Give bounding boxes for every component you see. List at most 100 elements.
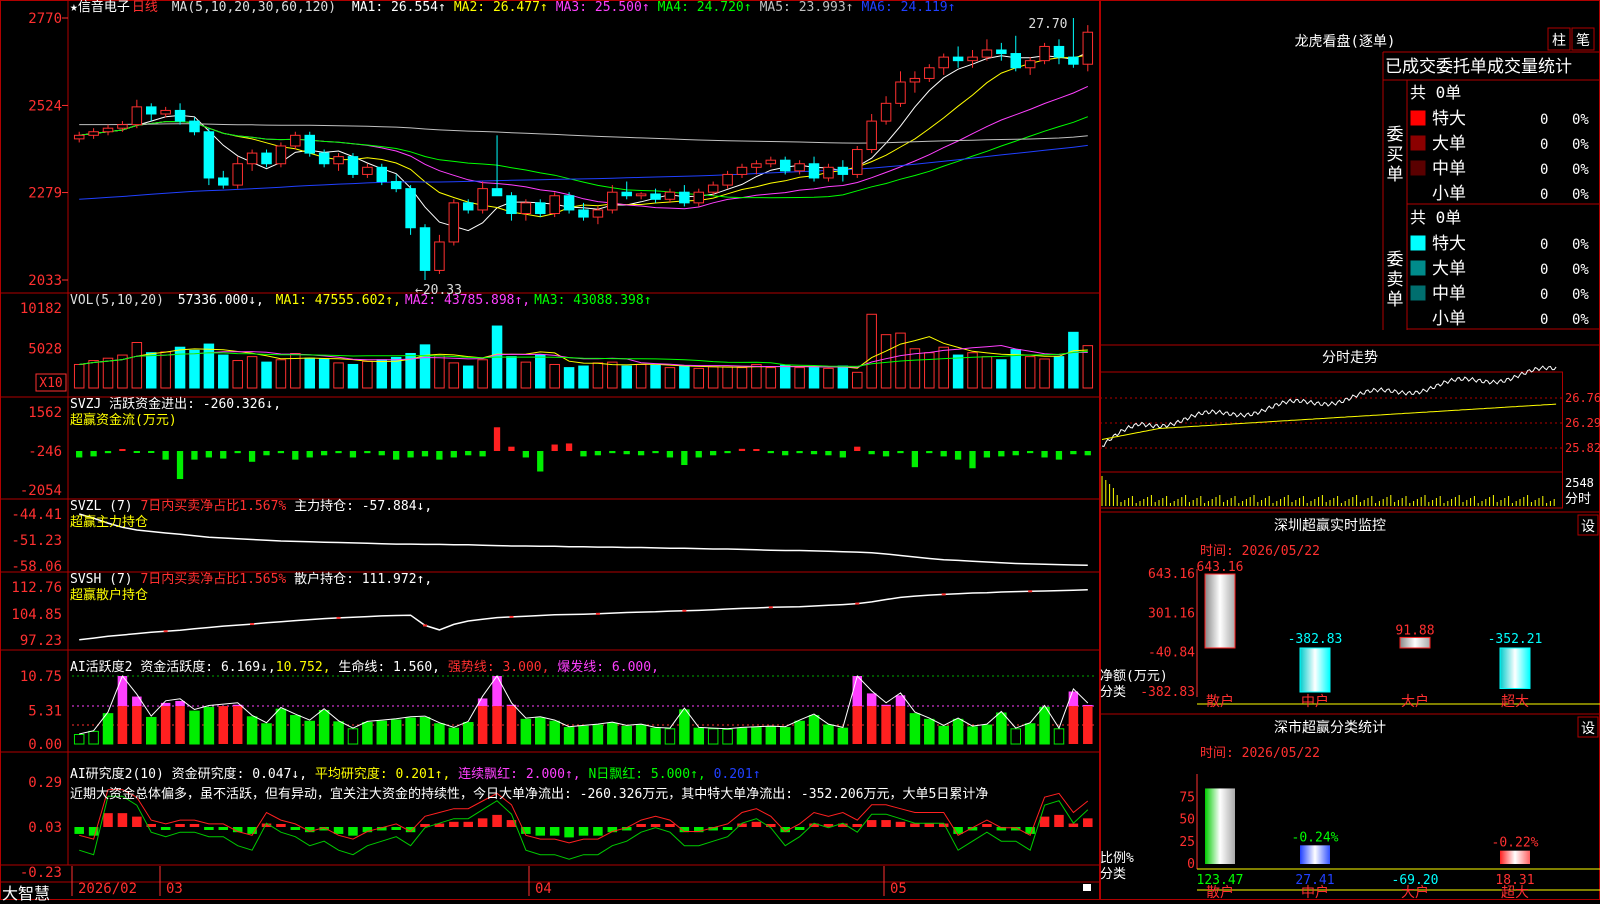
x-axis-label: 04 (535, 881, 552, 897)
ai-active-bar (938, 725, 949, 745)
ai-active-bar (635, 724, 647, 745)
ai-active-bar (520, 718, 532, 745)
ai-active-burst: 爆发线: 6.000, (557, 660, 659, 675)
ai-research-bar (1025, 827, 1035, 834)
ai-research-bar (1054, 814, 1064, 827)
monitor-value-label: 91.88 (1395, 623, 1434, 638)
ai-active-bar (535, 717, 546, 745)
ai-active-bar (132, 706, 142, 744)
svsh-mark (163, 630, 168, 633)
candle (275, 145, 287, 165)
star-icon[interactable]: ★ (70, 0, 78, 15)
candle (549, 195, 560, 215)
vol-bar (707, 366, 719, 389)
ai-research-bar (117, 813, 128, 827)
ai-active-bar (261, 723, 272, 745)
vol-bar (160, 351, 171, 389)
ai-active-bar (203, 706, 215, 745)
buy-color-swatch (1410, 110, 1426, 126)
svzj-bar (436, 451, 443, 460)
sell-row-pct: 0% (1572, 262, 1589, 278)
ai-research-bar (549, 827, 560, 836)
ai-active-bar (88, 730, 99, 745)
svzl-title: SVZL (7) (70, 499, 133, 514)
ai-active-bar (1039, 706, 1050, 745)
ai-active-bar (376, 720, 388, 745)
svzj-ytick: -246 (28, 444, 62, 460)
ai-active-bar (275, 708, 287, 745)
intraday-ytick: 25.82 (1565, 441, 1600, 455)
ai-research-bar (751, 821, 762, 827)
candle (823, 166, 834, 179)
kline-chart-area[interactable]: 2770 2524 2279 2033 ←20.33 27.70 10182 5028 X10 1… (0, 0, 1100, 903)
sell-row-label: 特大 (1432, 234, 1466, 254)
svzj-bar (263, 451, 270, 456)
ai-active-bar (852, 706, 863, 744)
candle (607, 191, 618, 211)
classify-bar (1500, 850, 1530, 864)
monitor-category: 散户 (1206, 693, 1234, 710)
x-axis-label: 03 (166, 881, 183, 897)
candle (1039, 45, 1050, 62)
svzj-bar (810, 451, 818, 455)
ai-active-bar (1010, 728, 1022, 745)
ai-research-ytick: 0.29 (28, 775, 62, 791)
period-label[interactable]: 日线 (132, 0, 158, 15)
ai-research-bar (924, 823, 935, 827)
monitor-ytick: -40.84 (1148, 646, 1195, 661)
candle (1082, 31, 1094, 65)
ai-active-bar (736, 727, 748, 745)
monitor-ytick: -382.83 (1140, 685, 1195, 700)
ai-research-cont: 连续飘红: 2.000↑, (458, 767, 581, 782)
ai-active-bar (794, 720, 805, 745)
ai-active-bar (434, 723, 445, 745)
candle (578, 209, 589, 218)
classify-bar (1300, 845, 1330, 864)
candle (736, 166, 748, 175)
candle (679, 191, 690, 204)
svzl-ytick: -44.41 (11, 507, 62, 523)
svzj-bar (90, 451, 97, 457)
vol-bar (1039, 358, 1050, 389)
monitor-title: 深圳超赢实时监控 (1274, 517, 1386, 534)
ma-line-6 (79, 144, 1088, 200)
ai-active-ytick: 5.31 (28, 703, 62, 719)
ai-active-ytick: 10.75 (20, 669, 62, 685)
vol-bar (823, 367, 834, 389)
candle (592, 209, 604, 218)
main-header: ★信音电子 日线 MA(5,10,20,30,60,120) MA1: 26.55… (70, 0, 955, 16)
ai-active-bar (304, 720, 315, 745)
intraday-price-line (1101, 365, 1557, 447)
ai-research-bar (636, 824, 646, 827)
ai-active-title: AI活跃度2 资金活跃度: 6.169↓, (70, 660, 276, 675)
monitor-bar (1399, 636, 1431, 649)
ai-research-title: AI研究度2(10) 资金研究度: 0.047↓, (70, 767, 308, 782)
candle (967, 56, 978, 62)
ai-active-bar (73, 734, 85, 745)
svzj-bar (248, 451, 256, 462)
vol-bar (203, 343, 215, 389)
vol-bar (693, 367, 705, 389)
ma-label-3: MA3: 25.500↑ (555, 0, 650, 15)
ai-active-bar (650, 727, 661, 745)
ai-active-bar (664, 728, 676, 745)
vol-ma-labels: MA1: 47555.602↑, MA2: 43785.898↑, MA3: 430… (272, 293, 652, 308)
vol-bar (477, 359, 488, 389)
vol-bar (924, 352, 935, 389)
vol-bar (794, 367, 805, 389)
candle (520, 202, 532, 215)
ai-active-bar (506, 706, 517, 744)
candle (779, 159, 791, 172)
svsh-mark (682, 609, 687, 612)
svzj-bar (969, 451, 976, 469)
ai-research-bar (564, 827, 574, 838)
vol-bar (765, 367, 777, 389)
vol-bar (347, 363, 359, 389)
candle (304, 134, 315, 154)
buy-row-pct: 0% (1572, 137, 1589, 153)
longhu-btn1: 柱 (1552, 33, 1566, 49)
classify-ytick: 50 (1179, 813, 1195, 828)
svzj-ytick: -2054 (20, 483, 62, 499)
ai-active-ytick: 0.00 (28, 737, 62, 753)
buy-row-pct: 0% (1572, 187, 1589, 203)
